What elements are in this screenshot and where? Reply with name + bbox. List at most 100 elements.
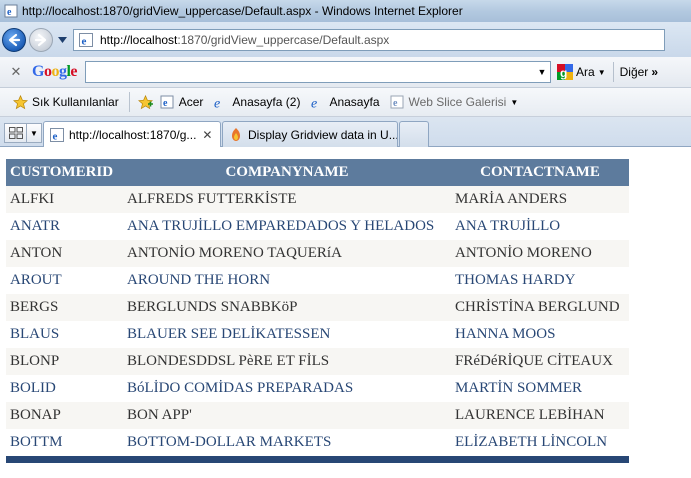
more-label: Diğer [619,65,649,79]
table-cell: HANNA MOOS [451,321,629,348]
page-content: CUSTOMERID COMPANYNAME CONTACTNAME ALFKI AL… [0,148,691,478]
new-tab-button[interactable] [399,121,429,147]
google-search-input[interactable] [86,62,527,82]
favorite-link-anasayfa[interactable]: e Anasayfa [310,95,379,110]
table-cell: BOTTM [6,429,123,456]
close-icon[interactable]: ✕ [10,64,22,80]
table-cell: BOLID [6,375,123,402]
address-bar[interactable]: e http://localhost:1870/gridView_upperca… [73,28,665,51]
table-cell: MARTİN SOMMER [451,375,629,402]
google-search-label: Ara [576,65,595,79]
table-cell: BLONP [6,348,123,375]
google-search-button[interactable]: g Ara ▼ [557,64,606,80]
google-mini-icon: g [557,64,574,80]
add-favorite-star-icon [137,94,153,110]
ie-page-icon: e [50,127,64,142]
favorite-link-acer[interactable]: e Acer [160,95,204,110]
column-header: CUSTOMERID [6,159,123,186]
tab-active[interactable]: e http://localhost:1870/g... ✕ [43,121,221,147]
favorite-label: Web Slice Galerisi [408,95,507,109]
favorite-label: Acer [178,95,204,109]
table-cell: ALFREDS FUTTERKİSTE [123,186,451,213]
quick-tabs-button[interactable]: ▼ [4,123,42,143]
tab-label: http://localhost:1870/g... [69,127,197,142]
table-cell: CHRİSTİNA BERGLUND [451,294,629,321]
forward-arrow-icon [34,33,47,46]
table-row: ANATR ANA TRUJİLLO EMPAREDADOS Y HELADOS A… [6,213,629,240]
more-button[interactable]: Diğer » [620,65,658,79]
svg-text:e: e [311,95,317,109]
table-row: AROUT AROUND THE HORN THOMAS HARDY [6,267,629,294]
toolbar-divider [612,62,614,82]
table-cell: THOMAS HARDY [451,267,629,294]
table-cell: BóLİDO COMİDAS PREPARADAS [123,375,451,402]
favorites-divider [128,92,130,112]
recent-pages-dropdown[interactable] [57,35,67,45]
table-cell: BERGS [6,294,123,321]
table-row: BONAP BON APP' LAURENCE LEBİHAN [6,402,629,429]
table-cell: ANATR [6,213,123,240]
table-cell: ANTONİO MORENO TAQUERíA [123,240,451,267]
table-row: BLAUS BLAUER SEE DELİKATESSEN HANNA MOOS [6,321,629,348]
ie-page-icon: e [160,95,175,110]
chevron-down-icon[interactable]: ▼ [536,65,548,79]
tab-list-dropdown[interactable]: ▼ [27,129,41,138]
grid-footer [6,456,629,463]
favorite-link-anasayfa-2[interactable]: e Anasayfa (2) [213,95,300,110]
favorites-label: Sık Kullanılanlar [32,95,119,109]
table-cell: MARİA ANDERS [451,186,629,213]
favorites-button[interactable]: Sık Kullanılanlar [13,94,119,110]
svg-text:e: e [53,130,58,142]
grid-body: ALFKI ALFREDS FUTTERKİSTE MARİA ANDERS ANAT… [6,186,629,456]
grid-footer-row [6,456,629,463]
table-cell: BONAP [6,402,123,429]
favorite-label: Anasayfa [329,95,380,109]
google-logo[interactable]: Google [32,63,77,81]
table-cell: ANA TRUJİLLO [451,213,629,240]
svg-text:e: e [163,98,168,109]
table-cell: ANTONİO MORENO [451,240,629,267]
table-row: BOLID BóLİDO COMİDAS PREPARADAS MARTİN SOM… [6,375,629,402]
google-search-box[interactable]: ▼ [85,61,552,83]
tab-inactive[interactable]: Display Gridview data in U... [222,121,398,147]
table-cell: ALFKI [6,186,123,213]
favorite-web-slice-gallery[interactable]: e Web Slice Galerisi ▼ [390,95,519,110]
svg-text:e: e [214,95,220,109]
ie-logo-icon: e [310,95,325,109]
grid-header-row: CUSTOMERID COMPANYNAME CONTACTNAME [6,159,629,186]
table-row: BLONP BLONDESDDSL PèRE ET FİLS FRéDéRİQUE … [6,348,629,375]
forward-button[interactable] [29,27,53,52]
back-button[interactable] [2,27,26,52]
table-row: ANTON ANTONİO MORENO TAQUERíA ANTONİO MORE… [6,240,629,267]
quick-tabs-grid-icon[interactable] [5,124,27,142]
table-cell: BLAUER SEE DELİKATESSEN [123,321,451,348]
favorites-bar: Sık Kullanılanlar e Acer e Anasayfa (2) … [0,88,691,117]
page-favicon-icon [232,127,240,141]
ie-page-icon: e [4,4,18,18]
svg-text:e: e [393,98,398,109]
ie-page-icon: e [390,95,405,110]
column-header: CONTACTNAME [451,159,629,186]
svg-text:e: e [7,7,12,18]
star-icon [13,94,28,110]
add-favorite-button[interactable] [137,94,157,110]
google-toolbar: ✕ Google ▼ g Ara ▼ Diğer » [0,57,691,88]
svg-text:g: g [560,66,567,80]
ie-page-icon: e [79,32,93,47]
navigation-bar: e http://localhost:1870/gridView_upperca… [0,22,691,57]
table-cell: ANTON [6,240,123,267]
tab-label: Display Gridview data in U... [248,127,398,142]
close-tab-icon[interactable]: ✕ [202,128,212,142]
table-cell: FRéDéRİQUE CİTEAUX [451,348,629,375]
double-chevron-right-icon: » [651,65,658,79]
window-title-bar: e http://localhost:1870/gridView_upperca… [0,0,691,22]
chevron-down-icon: ▼ [510,97,519,107]
table-cell: ELİZABETH LİNCOLN [451,429,629,456]
address-url: http://localhost:1870/gridView_uppercase… [100,32,390,47]
table-cell: BERGLUNDS SNABBKöP [123,294,451,321]
table-cell: BOTTOM-DOLLAR MARKETS [123,429,451,456]
chevron-down-icon [57,36,67,43]
table-cell: BLAUS [6,321,123,348]
chevron-down-icon: ▼ [597,67,606,77]
window-title: http://localhost:1870/gridView_uppercase… [22,4,463,18]
